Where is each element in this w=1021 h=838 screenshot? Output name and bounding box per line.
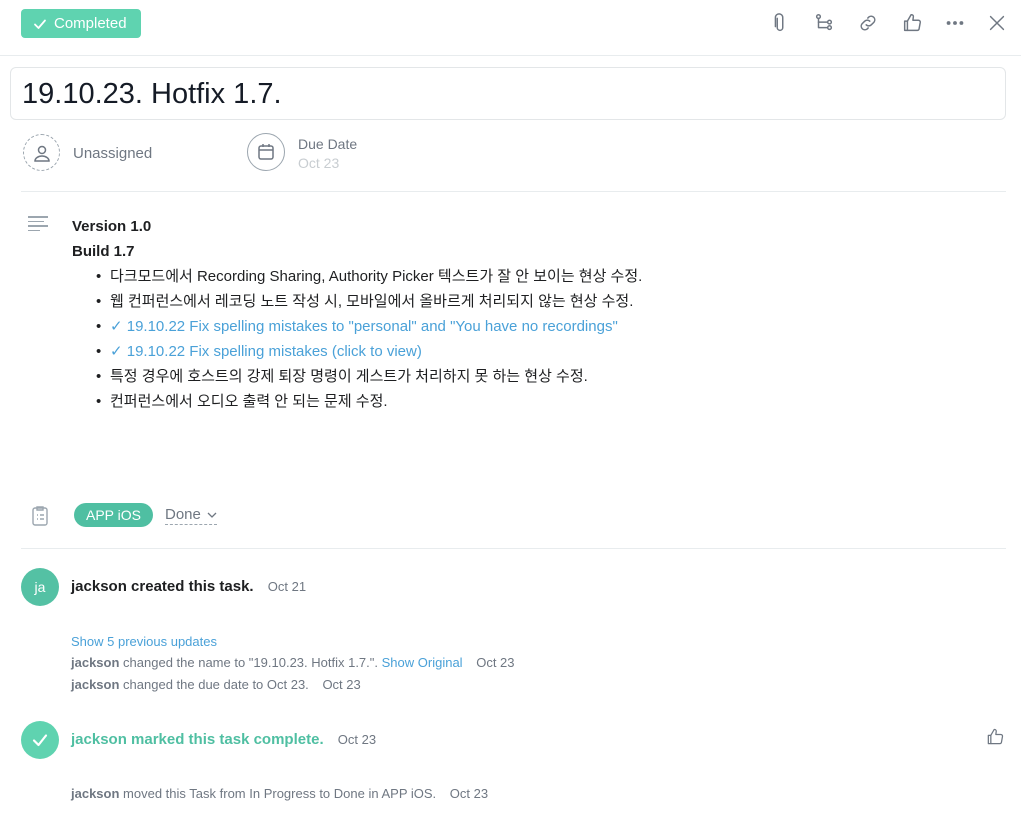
close-icon xyxy=(989,15,1005,31)
close-button[interactable] xyxy=(984,10,1010,36)
story-timestamp: Oct 23 xyxy=(337,732,377,747)
subtask-button[interactable] xyxy=(811,10,837,36)
description-icon xyxy=(28,216,50,232)
story-timestamp: Oct 23 xyxy=(449,786,489,801)
copy-link-button[interactable] xyxy=(855,10,881,36)
check-icon xyxy=(34,19,46,29)
story-user[interactable]: jackson xyxy=(71,655,119,670)
completed-label: Completed xyxy=(54,15,127,32)
story-text: created this task. xyxy=(131,578,254,595)
description-link-item[interactable]: ✓ 19.10.22 Fix spelling mistakes (click … xyxy=(96,339,992,364)
more-actions-button[interactable] xyxy=(942,10,968,36)
update-story: jackson changed the name to "19.10.23. H… xyxy=(71,655,515,670)
completed-check-icon xyxy=(21,721,59,759)
divider xyxy=(21,191,1006,192)
description-link-item[interactable]: ✓ 19.10.22 Fix spelling mistakes to "per… xyxy=(96,314,992,339)
story-timestamp: Oct 23 xyxy=(476,655,515,670)
like-icon xyxy=(987,728,1004,745)
created-story: jackson created this task. Oct 21 xyxy=(71,578,306,595)
story-user[interactable]: jackson xyxy=(71,786,119,801)
show-previous-updates-link[interactable]: Show 5 previous updates xyxy=(71,634,217,649)
story-text: moved this Task from In Progress to Done… xyxy=(123,786,437,801)
assignee-label[interactable]: Unassigned xyxy=(73,145,152,162)
description-heading-build: Build 1.7 xyxy=(72,243,135,260)
story-user[interactable]: jackson xyxy=(71,578,127,595)
show-original-link[interactable]: Show Original xyxy=(382,655,463,670)
attachment-button[interactable] xyxy=(767,10,793,36)
due-date-button[interactable] xyxy=(247,133,285,171)
description-item: 특정 경우에 호스트의 강제 퇴장 명령이 게스트가 처리하지 못 하는 현상 … xyxy=(96,364,992,389)
chevron-down-icon xyxy=(207,512,217,518)
section-dropdown[interactable]: Done xyxy=(165,506,217,525)
calendar-icon xyxy=(258,144,274,160)
due-date-label: Due Date xyxy=(298,136,358,152)
project-icon xyxy=(30,505,50,527)
completed-story: jackson marked this task complete. Oct 2… xyxy=(71,731,376,748)
subtask-icon xyxy=(815,14,833,31)
assignee-button[interactable] xyxy=(23,134,60,171)
story-text: jackson marked this task complete. xyxy=(71,731,324,748)
story-user[interactable]: jackson xyxy=(71,677,119,692)
task-title-input[interactable]: 19.10.23. Hotfix 1.7. xyxy=(10,67,1006,120)
divider xyxy=(21,548,1006,549)
task-toolbar: Completed xyxy=(0,0,1021,56)
person-icon xyxy=(33,145,50,162)
more-icon xyxy=(946,21,964,25)
like-icon xyxy=(903,13,921,32)
link-icon xyxy=(860,15,876,31)
section-value: Done xyxy=(165,506,201,523)
description-item: 웹 컨퍼런스에서 레코딩 노트 작성 시, 모바일에서 올바르게 처리되지 않는… xyxy=(96,289,992,314)
avatar[interactable]: ja xyxy=(21,568,59,606)
due-date-value[interactable]: Oct 23 xyxy=(298,155,339,171)
completed-button[interactable]: Completed xyxy=(21,9,141,38)
story-timestamp: Oct 23 xyxy=(322,677,361,692)
description-list: 다크모드에서 Recording Sharing, Authority Pick… xyxy=(72,264,992,414)
update-story: jackson changed the due date to Oct 23. … xyxy=(71,677,361,692)
story-like-button[interactable] xyxy=(985,727,1007,749)
project-pill[interactable]: APP iOS xyxy=(74,503,153,527)
description-item: 다크모드에서 Recording Sharing, Authority Pick… xyxy=(96,264,992,289)
attachment-icon xyxy=(774,13,784,31)
task-description[interactable]: Version 1.0 Build 1.7 다크모드에서 Recording S… xyxy=(72,214,992,414)
like-button[interactable] xyxy=(899,10,925,36)
story-text: changed the name to "19.10.23. Hotfix 1.… xyxy=(123,655,379,670)
description-item: 컨퍼런스에서 오디오 출력 안 되는 문제 수정. xyxy=(96,389,992,414)
moved-story: jackson moved this Task from In Progress… xyxy=(71,786,488,801)
story-timestamp: Oct 21 xyxy=(267,579,307,594)
story-text: changed the due date to Oct 23. xyxy=(123,677,309,692)
description-heading-version: Version 1.0 xyxy=(72,218,152,235)
